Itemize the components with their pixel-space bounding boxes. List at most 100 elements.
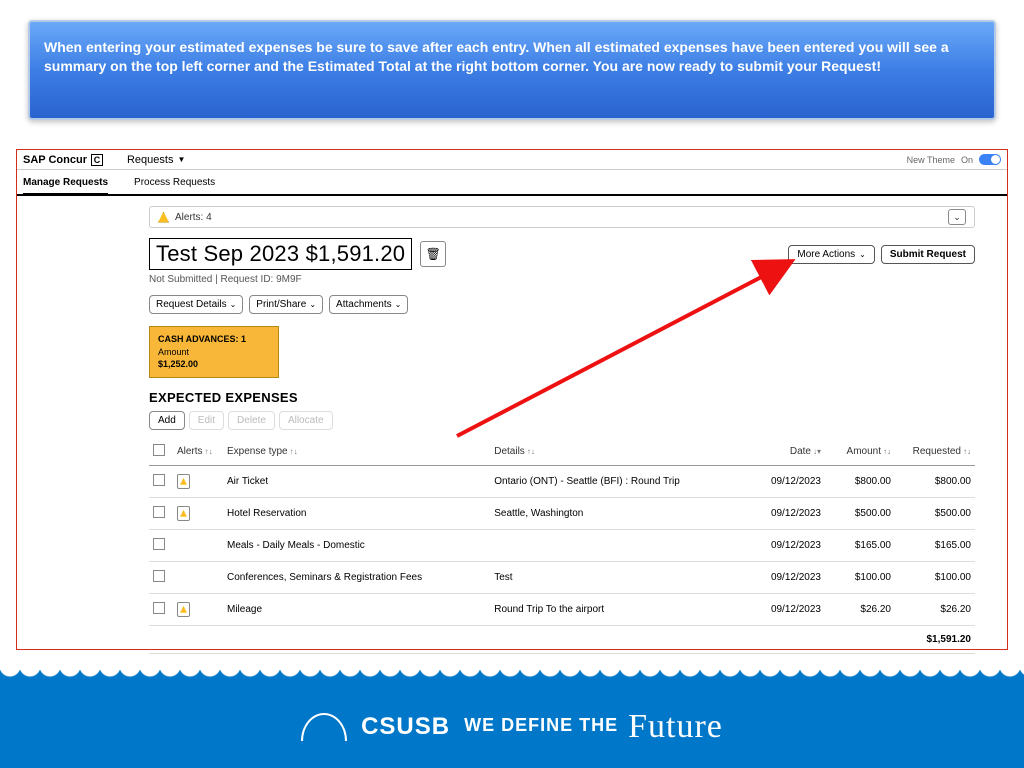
alert-icon	[177, 602, 190, 617]
sub-tabs: Manage Requests Process Requests	[17, 170, 1007, 196]
alert-icon	[177, 506, 190, 521]
cell-date: 09/12/2023	[745, 465, 825, 497]
sort-icon: ↓▾	[813, 447, 821, 456]
sort-icon: ↑↓	[527, 447, 535, 456]
row-checkbox[interactable]	[153, 506, 165, 518]
cell-requested: $100.00	[895, 561, 975, 593]
row-checkbox[interactable]	[153, 474, 165, 486]
menu-requests[interactable]: Requests ▼	[127, 154, 185, 166]
instruction-banner: When entering your estimated expenses be…	[28, 20, 996, 120]
cell-amount: $500.00	[825, 497, 895, 529]
instruction-text: When entering your estimated expenses be…	[44, 39, 949, 74]
cash-amount-value: $1,252.00	[158, 358, 270, 371]
brand-text: SAP Concur	[23, 154, 87, 166]
trash-icon: 🗑	[426, 247, 441, 261]
cell-requested: $26.20	[895, 593, 975, 625]
print-share-label: Print/Share	[256, 299, 306, 310]
row-checkbox[interactable]	[153, 602, 165, 614]
tagline-a: WE DEFINE THE	[464, 715, 618, 735]
table-row[interactable]: Air TicketOntario (ONT) - Seattle (BFI) …	[149, 465, 975, 497]
cash-amount-label: Amount	[158, 346, 270, 359]
toggle-on-label: On	[961, 155, 973, 165]
cell-date: 09/12/2023	[745, 497, 825, 529]
cell-details: Ontario (ONT) - Seattle (BFI) : Round Tr…	[490, 465, 745, 497]
csusb-arch-icon	[301, 713, 347, 741]
tab-manage-requests[interactable]: Manage Requests	[23, 174, 108, 196]
sort-icon: ↑↓	[883, 447, 891, 456]
col-requested[interactable]: Requested↑↓	[895, 438, 975, 466]
footer-tagline: WE DEFINE THE Future	[464, 708, 723, 746]
chevron-down-icon: ⌄	[395, 300, 402, 309]
col-expense-type[interactable]: Expense type↑↓	[223, 438, 490, 466]
cell-details	[490, 529, 745, 561]
print-share-button[interactable]: Print/Share⌄	[249, 295, 323, 314]
theme-toggle-area: New Theme On	[907, 154, 1001, 165]
col-details[interactable]: Details↑↓	[490, 438, 745, 466]
cell-details: Round Trip To the airport	[490, 593, 745, 625]
chevron-down-icon: ▼	[177, 155, 185, 164]
theme-toggle[interactable]	[979, 154, 1001, 165]
row-checkbox[interactable]	[153, 570, 165, 582]
top-bar: SAP Concur C Requests ▼ New Theme On	[17, 150, 1007, 170]
submit-request-button[interactable]: Submit Request	[881, 245, 975, 264]
cell-amount: $100.00	[825, 561, 895, 593]
footer-brand: CSUSB	[361, 713, 450, 741]
cell-date: 09/12/2023	[745, 561, 825, 593]
delete-request-button[interactable]: 🗑	[420, 241, 446, 267]
cell-expense-type: Meals - Daily Meals - Domestic	[223, 529, 490, 561]
cell-expense-type: Conferences, Seminars & Registration Fee…	[223, 561, 490, 593]
col-amount[interactable]: Amount↑↓	[825, 438, 895, 466]
table-row[interactable]: Hotel ReservationSeattle, Washington09/1…	[149, 497, 975, 529]
alert-icon	[177, 474, 190, 489]
col-date[interactable]: Date↓▾	[745, 438, 825, 466]
request-details-label: Request Details	[156, 299, 227, 310]
chevron-down-icon: ⌄	[859, 250, 866, 259]
cell-requested: $165.00	[895, 529, 975, 561]
alerts-bar[interactable]: Alerts: 4 ⌄	[149, 206, 975, 228]
cell-expense-type: Air Ticket	[223, 465, 490, 497]
cell-expense-type: Mileage	[223, 593, 490, 625]
attachments-button[interactable]: Attachments⌄	[329, 295, 408, 314]
row-checkbox[interactable]	[153, 538, 165, 550]
section-title: EXPECTED EXPENSES	[149, 390, 975, 405]
cell-expense-type: Hotel Reservation	[223, 497, 490, 529]
expenses-table: Alerts↑↓ Expense type↑↓ Details↑↓ Date↓▾…	[149, 438, 975, 654]
brand-glyph: C	[91, 154, 103, 166]
add-expense-button[interactable]: Add	[149, 411, 185, 430]
cell-amount: $800.00	[825, 465, 895, 497]
cell-details: Test	[490, 561, 745, 593]
total-value: $1,591.20	[149, 625, 975, 653]
more-actions-label: More Actions	[797, 249, 855, 260]
table-row[interactable]: MileageRound Trip To the airport09/12/20…	[149, 593, 975, 625]
sort-icon: ↑↓	[290, 447, 298, 456]
tagline-b: Future	[628, 708, 723, 745]
cash-advances-heading: CASH ADVANCES: 1	[158, 333, 270, 346]
table-header-row: Alerts↑↓ Expense type↑↓ Details↑↓ Date↓▾…	[149, 438, 975, 466]
request-status-line: Not Submitted | Request ID: 9M9F	[149, 274, 975, 285]
table-total-row: $1,591.20	[149, 625, 975, 653]
more-actions-button[interactable]: More Actions ⌄	[788, 245, 875, 264]
cell-requested: $500.00	[895, 497, 975, 529]
table-row[interactable]: Conferences, Seminars & Registration Fee…	[149, 561, 975, 593]
request-details-button[interactable]: Request Details⌄	[149, 295, 243, 314]
table-row[interactable]: Meals - Daily Meals - Domestic 09/12/2023…	[149, 529, 975, 561]
sort-icon: ↑↓	[205, 447, 213, 456]
delete-expense-button: Delete	[228, 411, 275, 430]
cell-amount: $165.00	[825, 529, 895, 561]
select-all-checkbox[interactable]	[153, 444, 165, 456]
tab-process-requests[interactable]: Process Requests	[134, 174, 215, 194]
cell-date: 09/12/2023	[745, 529, 825, 561]
concur-app: SAP Concur C Requests ▼ New Theme On Man…	[16, 149, 1008, 650]
alerts-label: Alerts: 4	[175, 212, 212, 223]
cash-advances-card[interactable]: CASH ADVANCES: 1 Amount $1,252.00	[149, 326, 279, 378]
cell-details: Seattle, Washington	[490, 497, 745, 529]
alerts-expand-button[interactable]: ⌄	[948, 209, 966, 225]
col-alerts[interactable]: Alerts↑↓	[173, 438, 223, 466]
chevron-down-icon: ⌄	[309, 300, 316, 309]
request-title[interactable]: Test Sep 2023 $1,591.20	[149, 238, 412, 270]
edit-expense-button: Edit	[189, 411, 224, 430]
chevron-down-icon: ⌄	[953, 212, 961, 223]
footer: CSUSB WE DEFINE THE Future	[0, 678, 1024, 768]
menu-requests-label: Requests	[127, 154, 173, 166]
warning-icon	[158, 212, 169, 223]
